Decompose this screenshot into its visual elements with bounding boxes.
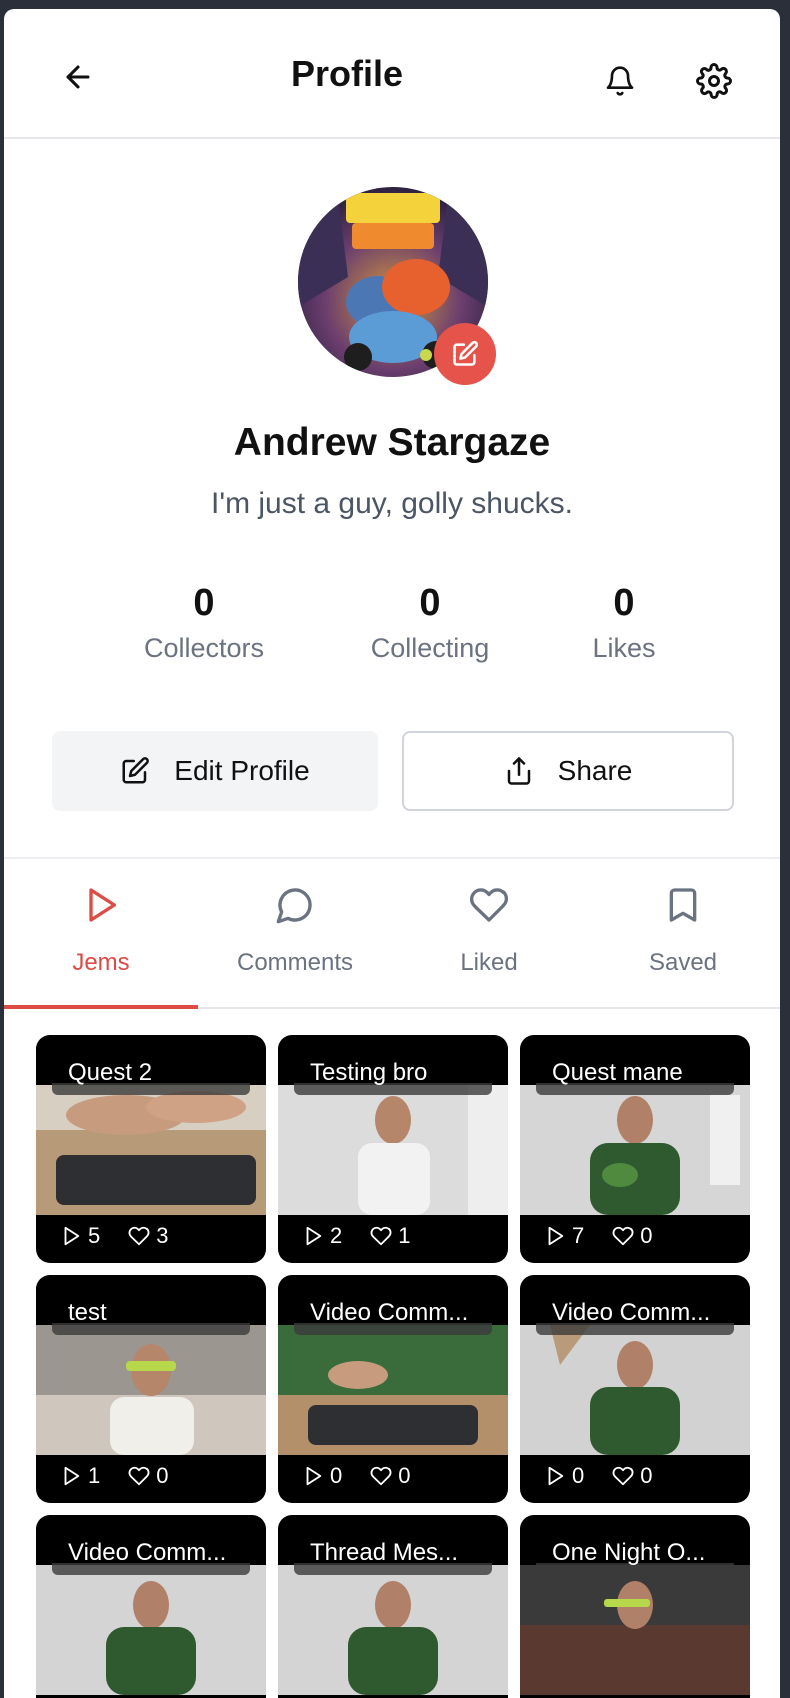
edit-icon [453,340,479,366]
jem-card[interactable]: Testing bro 2 1 [278,1035,508,1263]
play-icon [64,1226,80,1246]
jem-card[interactable]: One Night O... [520,1515,750,1698]
top-bar: Profile [4,9,780,139]
jem-stats: 7 0 [544,1223,681,1249]
active-tab-indicator [4,1005,198,1009]
heart-icon [128,1226,150,1246]
jem-title: Quest mane [552,1059,683,1086]
stat-value: 0 [613,582,635,624]
stat-label: Collectors [143,633,265,663]
jem-stats: 2 1 [302,1223,439,1249]
bell-icon [606,66,634,96]
jem-title: Thread Mes... [310,1539,459,1566]
heart-icon [612,1466,634,1486]
play-icon [306,1226,322,1246]
heart-icon [128,1466,150,1486]
video-thumbnail [520,1325,750,1455]
edit-profile-label: Edit Profile [174,755,310,786]
jem-card[interactable]: Video Comm... 0 0 [278,1275,508,1503]
video-thumbnail [278,1565,508,1695]
jem-title: One Night O... [552,1539,706,1566]
play-icon [306,1466,322,1486]
avatar-container [298,187,496,385]
jem-card[interactable]: Video Comm... 0 0 [520,1275,750,1503]
video-thumbnail [520,1085,750,1215]
heart-icon [469,888,509,922]
jem-title: Video Comm... [68,1539,227,1566]
like-count: 3 [156,1223,169,1248]
stat-collecting[interactable]: 0 Collecting [330,581,530,664]
jem-title: test [68,1299,107,1326]
like-count: 0 [398,1463,411,1488]
jem-title: Video Comm... [552,1299,711,1326]
play-icon [548,1466,564,1486]
jem-stats: 0 0 [544,1463,681,1489]
notifications-button[interactable] [596,57,644,105]
play-count: 2 [330,1223,343,1248]
tab-comments[interactable]: Comments [198,859,392,1009]
jem-title: Quest 2 [68,1059,153,1086]
stat-label: Likes [592,633,656,663]
tab-label: Comments [236,949,354,976]
settings-button[interactable] [690,57,738,105]
share-label: Share [557,755,633,786]
play-icon [548,1226,564,1246]
profile-name: Andrew Stargaze [233,421,551,464]
page-title: Profile [290,53,404,94]
jem-stats: 5 3 [60,1223,197,1249]
heart-icon [370,1226,392,1246]
video-thumbnail [36,1565,266,1695]
stat-value: 0 [193,582,215,624]
stat-value: 0 [419,582,441,624]
video-thumbnail [36,1325,266,1455]
profile-bio: I'm just a guy, golly shucks. [211,487,573,520]
tab-label: Liked [460,949,518,976]
heart-icon [612,1226,634,1246]
play-count: 0 [572,1463,585,1488]
video-thumbnail [278,1325,508,1455]
play-icon [64,1466,80,1486]
tab-jems[interactable]: Jems [4,859,198,1009]
tab-label: Jems [72,949,130,976]
video-thumbnail [36,1085,266,1215]
video-thumbnail [520,1565,750,1695]
play-count: 0 [330,1463,343,1488]
jem-stats: 1 0 [60,1463,197,1489]
jem-title: Testing bro [310,1059,428,1086]
stat-likes[interactable]: 0 Likes [524,581,724,664]
play-count: 1 [88,1463,101,1488]
profile-tabs: Jems Comments Liked Saved [4,857,780,1009]
avatar-edit-button[interactable] [434,323,496,385]
jem-title: Video Comm... [310,1299,469,1326]
stat-collectors[interactable]: 0 Collectors [104,581,304,664]
video-thumbnail [278,1085,508,1215]
like-count: 0 [156,1463,169,1488]
jem-stats: 0 0 [302,1463,439,1489]
play-count: 7 [572,1223,585,1248]
tab-saved[interactable]: Saved [586,859,780,1009]
heart-icon [370,1466,392,1486]
tab-label: Saved [648,949,718,976]
like-count: 0 [640,1463,653,1488]
bookmark-icon [669,888,697,922]
share-icon [507,757,530,785]
edit-icon [122,757,150,784]
jem-card[interactable]: Quest 2 5 3 [36,1035,266,1263]
jem-card[interactable]: Thread Mes... [278,1515,508,1698]
jem-card[interactable]: test 1 0 [36,1275,266,1503]
like-count: 0 [640,1223,653,1248]
stat-label: Collecting [370,633,490,663]
play-count: 5 [88,1223,101,1248]
edit-profile-button[interactable]: Edit Profile [52,731,378,811]
tab-liked[interactable]: Liked [392,859,586,1009]
jem-card[interactable]: Quest mane 7 0 [520,1035,750,1263]
play-icon [89,888,117,922]
like-count: 1 [398,1223,411,1248]
jem-card[interactable]: Video Comm... [36,1515,266,1698]
profile-screen: Profile Andrew Stargaze I'm just a guy, … [4,9,780,1698]
gear-icon [696,63,732,99]
share-button[interactable]: Share [402,731,734,811]
comment-icon [276,888,312,924]
